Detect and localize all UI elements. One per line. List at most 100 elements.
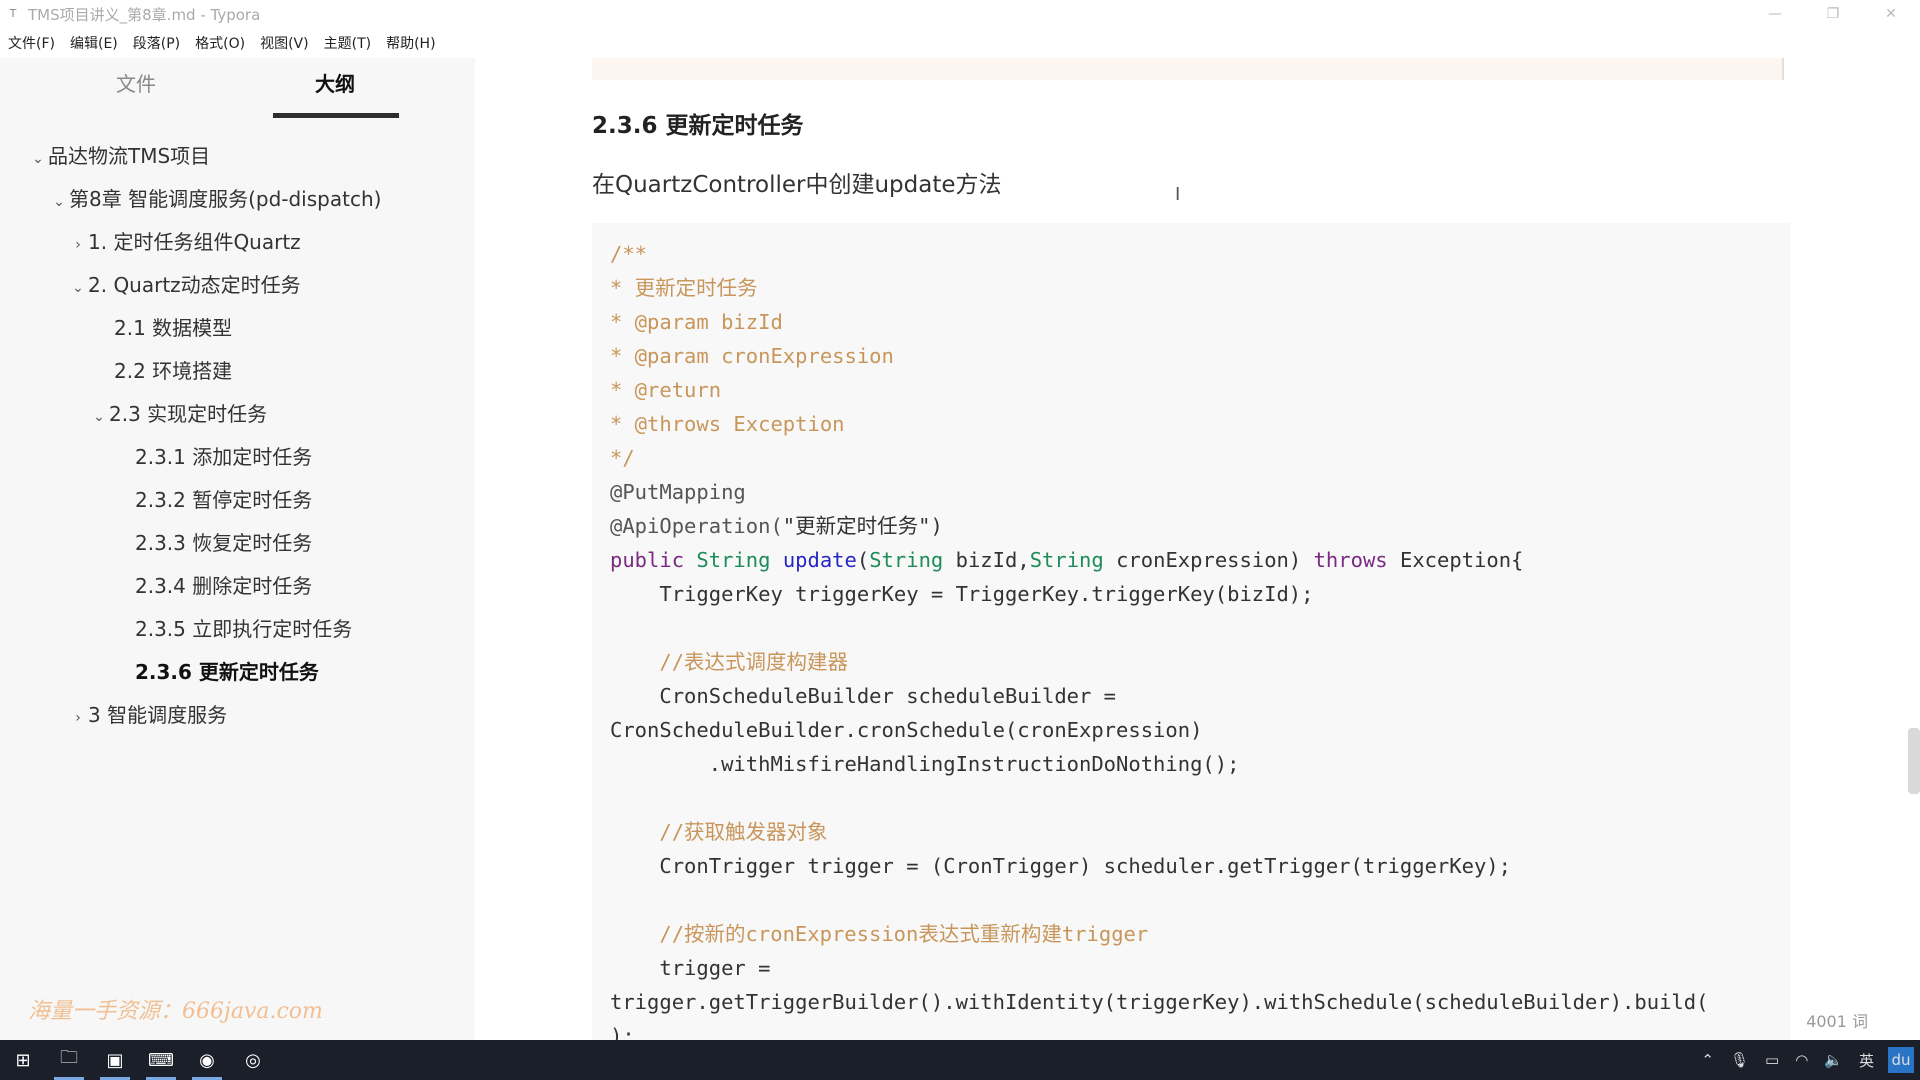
code-line: CronScheduleBuilder.cronSchedule(cronExp… [610,718,1203,742]
chevron-down-icon[interactable]: ⌄ [89,397,109,437]
file-explorer-icon[interactable]: 🗀 [46,1040,92,1080]
outline-item-label: 第8章 智能调度服务(pd-dispatch) [69,187,382,211]
outline-item[interactable]: 2.2 环境搭建 [114,351,232,391]
taskbar: ⊞ 🗀 ▣ ⌨ ◉ ◎ ⌃ 🎙 ▭ ◠ 🔈 英 du [0,1040,1920,1080]
code-line: CronScheduleBuilder scheduleBuilder = [610,684,1117,708]
minimize-button[interactable]: — [1746,0,1804,28]
code-comment: */ [610,446,635,470]
app-icon[interactable]: ◎ [230,1040,276,1080]
outline-item[interactable]: › 1. 定时任务组件Quartz [68,222,301,262]
code-function: update [782,548,857,572]
outline-item-label: 2.3.3 恢复定时任务 [135,531,313,555]
outline-item[interactable]: ⌄ 第8章 智能调度服务(pd-dispatch) [49,179,381,219]
menu-format[interactable]: 格式(O) [187,33,252,53]
menu-bar: 文件(F) 编辑(E) 段落(P) 格式(O) 视图(V) 主题(T) 帮助(H… [0,30,443,56]
watermark: 海量一手资源：666java.com [28,999,323,1024]
outline-item[interactable]: ⌄ 品达物流TMS项目 [28,136,210,176]
outline-item[interactable]: 2.1 数据模型 [114,308,232,348]
code-comment: /** [610,242,648,266]
chevron-down-icon[interactable]: ⌄ [28,139,48,179]
outline-item-label: 2. Quartz动态定时任务 [88,273,301,297]
chevron-down-icon[interactable]: ⌄ [49,182,69,222]
chevron-right-icon[interactable]: › [68,225,88,265]
outline-item[interactable]: › 3 智能调度服务 [68,695,227,735]
code-type: String [696,548,771,572]
code-line: ); [610,1024,635,1040]
menu-edit[interactable]: 编辑(E) [62,33,125,53]
typora-app-icon: T [9,7,17,20]
microphone-icon[interactable]: 🎙 [1722,1051,1757,1069]
outline-item[interactable]: ⌄ 2.3 实现定时任务 [89,394,267,434]
outline-item-label: 2.3.5 立即执行定时任务 [135,617,353,641]
code-comment: * @throws Exception [610,412,845,436]
input-method-indicator[interactable]: 英 [1851,1050,1882,1071]
chevron-right-icon[interactable]: › [68,698,88,738]
code-line: trigger = [610,956,771,980]
outline-item-active[interactable]: 2.3.6 更新定时任务 [135,652,319,692]
paragraph[interactable]: 在QuartzController中创建update方法 [592,165,1002,199]
code-annotation: @PutMapping [610,480,746,504]
windows-start-icon[interactable]: ⊞ [0,1040,46,1080]
outline-item-label: 2.3.4 删除定时任务 [135,574,313,598]
code-text: ( [856,548,870,572]
typora-taskbar-icon[interactable]: ▣ [92,1040,138,1080]
outline-item[interactable]: 2.3.3 恢复定时任务 [135,523,312,563]
outline-item-label: 2.1 数据模型 [114,316,233,340]
editor: 2.3.6 更新定时任务 在QuartzController中创建update方… [475,58,1920,1040]
outline-item[interactable]: 2.3.1 添加定时任务 [135,437,312,477]
menu-view[interactable]: 视图(V) [252,33,316,53]
scrollbar[interactable] [1908,728,1920,794]
tab-files[interactable]: 文件 [74,68,198,97]
notification-icon[interactable]: du [1888,1047,1914,1073]
menu-paragraph[interactable]: 段落(P) [125,33,187,53]
intellij-icon[interactable]: ⌨ [138,1040,184,1080]
text-cursor-icon: I [1175,184,1181,205]
code-annotation: @ApiOperation( [610,514,783,538]
outline-item-label: 2.3 实现定时任务 [109,402,268,426]
sidebar: 文件 大纲 ⌄ 品达物流TMS项目 ⌄ 第8章 智能调度服务(pd-dispatch… [0,58,558,1040]
code-line: .withMisfireHandlingInstructionDoNothing… [610,752,1240,776]
section-heading[interactable]: 2.3.6 更新定时任务 [592,106,804,140]
outline-item-label: 品达物流TMS项目 [48,144,211,168]
maximize-button[interactable]: ❐ [1804,0,1862,28]
system-tray: ⌃ 🎙 ▭ ◠ 🔈 英 du [1693,1040,1920,1080]
outline-item[interactable]: 2.3.2 暂停定时任务 [135,480,312,520]
code-keyword: public [610,548,685,572]
code-comment: //获取触发器对象 [610,820,828,844]
outline-item[interactable]: ⌄ 2. Quartz动态定时任务 [68,265,301,305]
outline-item[interactable]: 2.3.5 立即执行定时任务 [135,609,352,649]
outline-item-label: 2.3.1 添加定时任务 [135,445,313,469]
battery-icon[interactable]: ▭ [1757,1051,1787,1069]
code-comment: * @return [610,378,722,402]
code-block[interactable]: /** * 更新定时任务 * @param bizId * @param cro… [592,223,1790,1040]
code-keyword: throws [1313,548,1388,572]
code-line: CronTrigger trigger = (CronTrigger) sche… [610,854,1511,878]
tray-expand-icon[interactable]: ⌃ [1693,1051,1722,1069]
code-comment: //表达式调度构建器 [610,650,849,674]
menu-file[interactable]: 文件(F) [0,33,62,53]
outline-item-label: 2.3.6 更新定时任务 [135,660,319,684]
chevron-down-icon[interactable]: ⌄ [68,268,88,308]
wifi-icon[interactable]: ◠ [1787,1051,1816,1069]
outline-item-label: 2.3.2 暂停定时任务 [135,488,313,512]
code-comment: * @param cronExpression [610,344,894,368]
code-string: "更新定时任务" [782,514,931,538]
menu-help[interactable]: 帮助(H) [378,33,442,53]
volume-icon[interactable]: 🔈 [1816,1051,1851,1069]
code-line: trigger.getTriggerBuilder().withIdentity… [610,990,1709,1014]
code-comment: * 更新定时任务 [610,276,758,300]
outline-item[interactable]: 2.3.4 删除定时任务 [135,566,312,606]
tab-outline[interactable]: 大纲 [273,68,397,97]
code-comment: * @param bizId [610,310,783,334]
code-comment: //按新的cronExpression表达式重新构建trigger [610,922,1149,946]
code-content[interactable]: /** * 更新定时任务 * @param bizId * @param cro… [610,237,1708,1040]
menu-theme[interactable]: 主题(T) [316,33,378,53]
code-type: String [869,548,944,572]
window-title: TMS项目讲义_第8章.md - Typora [28,5,261,24]
close-button[interactable]: ✕ [1862,0,1920,28]
code-line: TriggerKey triggerKey = TriggerKey.trigg… [610,582,1314,606]
previous-block [592,58,1784,80]
word-count[interactable]: 4001 词 [1806,1008,1868,1032]
outline-item-label: 2.2 环境搭建 [114,359,233,383]
chrome-icon[interactable]: ◉ [184,1040,230,1080]
